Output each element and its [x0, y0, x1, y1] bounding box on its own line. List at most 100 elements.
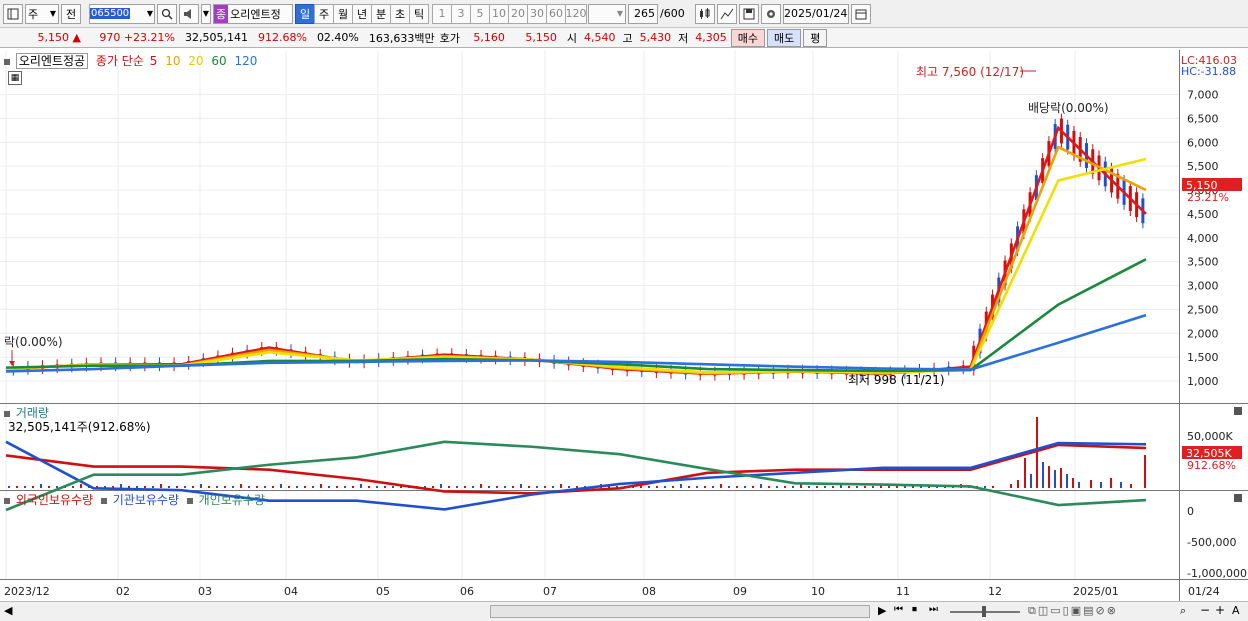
draw-tool-icon[interactable]	[716, 3, 737, 24]
tab-minute[interactable]: 분	[371, 3, 391, 24]
count-total: /600	[660, 7, 685, 20]
main-title[interactable]: 오리엔트정공	[15, 53, 89, 69]
volume-bar	[176, 486, 178, 488]
first-page-icon[interactable]: ⏮	[894, 604, 903, 615]
volume-bar	[560, 484, 562, 488]
individual-holding-label[interactable]: 개인보유수량	[199, 493, 265, 507]
table-icon[interactable]: ▦	[8, 71, 22, 85]
stock-name-field[interactable]: 종 오리엔트정	[213, 3, 293, 24]
ma-10-label[interactable]: 10	[165, 54, 180, 68]
tab-second[interactable]: 초	[390, 3, 410, 24]
quote-price-cell: 5,150 ▲	[0, 31, 85, 44]
ma-label[interactable]: 종가 단순	[96, 54, 144, 68]
ma-120-label[interactable]: 120	[235, 54, 258, 68]
tab-min-1[interactable]: 1	[432, 3, 452, 24]
tab-min-3[interactable]: 3	[451, 3, 471, 24]
volume-bar	[376, 486, 378, 488]
tab-min-5[interactable]: 5	[470, 3, 490, 24]
zoom-in-icon[interactable]: +	[1215, 603, 1225, 617]
calendar-icon[interactable]	[850, 3, 871, 24]
tab-min-20[interactable]: 20	[508, 3, 528, 24]
volume-bar	[504, 486, 506, 488]
tab-min-30[interactable]: 30	[527, 3, 547, 24]
code-input[interactable]: 065500 ▼	[89, 3, 155, 24]
candle-icon[interactable]	[694, 3, 715, 24]
stop-icon[interactable]: ⏹	[912, 604, 917, 615]
ma-5-label[interactable]: 5	[150, 54, 158, 68]
bottom-scrollbar[interactable]: ◀ ▶ ⏮ ⏹ ⏭ ⧉◫▭▯▣▤⊘⊗ ⌕ − + A	[0, 601, 1248, 621]
price-y-tick: 6,500	[1187, 112, 1219, 125]
view-button[interactable]: 전	[61, 3, 81, 24]
volume-bar	[256, 486, 258, 488]
price-y-tick: 1,500	[1187, 351, 1219, 364]
count-input[interactable]: 265	[628, 3, 658, 24]
volume-bar	[272, 486, 274, 488]
tab-week[interactable]: 주	[314, 3, 334, 24]
tab-tick[interactable]: 틱	[409, 3, 429, 24]
stock-list-icon[interactable]	[83, 4, 87, 24]
legend-square-icon	[4, 410, 10, 417]
volume-bar	[328, 486, 330, 488]
tab-min-60[interactable]: 60	[546, 3, 566, 24]
close-icon[interactable]	[1234, 494, 1242, 502]
price-y-tick: 1,000	[1187, 375, 1219, 388]
chart-tools-icon[interactable]: ⧉◫▭▯▣▤⊘⊗	[1028, 604, 1118, 618]
layout-icon[interactable]	[3, 3, 23, 24]
zoom-out-icon[interactable]: −	[1200, 603, 1210, 617]
ex-dividend-left-annotation: 락(0.00%)	[4, 335, 63, 349]
interval-select[interactable]: ▼	[588, 3, 626, 24]
quote-volume: 32,505,141	[185, 31, 248, 44]
volume-bar	[552, 486, 554, 488]
tab-min-10[interactable]: 10	[489, 3, 509, 24]
chevron-down-icon[interactable]: ▼	[147, 9, 153, 18]
avg-button[interactable]: 평	[803, 28, 828, 47]
volume-bar	[792, 486, 794, 488]
volume-bar	[144, 486, 146, 488]
stock-type-badge: 종	[214, 4, 229, 23]
volume-bar	[288, 486, 290, 488]
unit-select[interactable]: 주 ▼	[25, 3, 59, 24]
volume-bar	[304, 486, 306, 488]
volume-bar	[216, 486, 218, 488]
volume-bar	[1060, 468, 1062, 488]
save-icon[interactable]	[738, 3, 759, 24]
high-label: 고	[622, 31, 633, 45]
tab-year[interactable]: 년	[352, 3, 372, 24]
tab-min-120[interactable]: 120	[565, 3, 587, 24]
open-label: 시	[566, 31, 577, 45]
text-size-icon[interactable]: A	[1232, 604, 1240, 617]
ma-20-label[interactable]: 20	[188, 54, 203, 68]
volume-y-tick: 50,000K	[1187, 430, 1233, 443]
zoom-icon[interactable]: ⌕	[1180, 604, 1186, 618]
last-volume-pct: 912.68%	[1187, 459, 1236, 472]
volume-bar	[1024, 458, 1026, 488]
speaker-icon[interactable]	[179, 3, 199, 24]
chevron-down-icon[interactable]: ▼	[201, 3, 211, 24]
volume-bar	[488, 486, 490, 488]
volume-bar	[152, 486, 154, 488]
buy-button[interactable]: 매수	[730, 28, 765, 47]
tab-month[interactable]: 월	[333, 3, 353, 24]
date-input[interactable]: 2025/01/24	[782, 3, 849, 24]
price-y-tick: 2,500	[1187, 303, 1219, 316]
last-page-icon[interactable]: ⏭	[929, 604, 938, 615]
search-icon[interactable]	[157, 3, 177, 24]
tab-day[interactable]: 일	[295, 3, 315, 24]
scroll-left-icon[interactable]: ◀	[4, 604, 12, 617]
chart-area[interactable]: 7,0006,5006,0005,5005,0004,5004,0003,500…	[0, 50, 1248, 601]
volume-bar	[744, 486, 746, 488]
scroll-thumb[interactable]	[490, 605, 870, 618]
volume-bar	[688, 486, 690, 488]
foreign-holding-label[interactable]: 외국인보유수량	[16, 493, 93, 507]
ma-60-label[interactable]: 60	[211, 54, 226, 68]
volume-bar	[528, 486, 530, 488]
zoom-slider-thumb[interactable]	[982, 606, 986, 617]
close-icon[interactable]	[1234, 407, 1242, 415]
gear-icon[interactable]	[760, 3, 781, 24]
x-axis-label: 11	[896, 585, 910, 598]
volume-bar	[520, 484, 522, 488]
institution-holding-label[interactable]: 기관보유수량	[113, 493, 179, 507]
sell-button[interactable]: 매도	[767, 28, 802, 47]
scroll-right-icon[interactable]: ▶	[878, 604, 886, 617]
x-axis-label: 2023/12	[4, 585, 50, 598]
